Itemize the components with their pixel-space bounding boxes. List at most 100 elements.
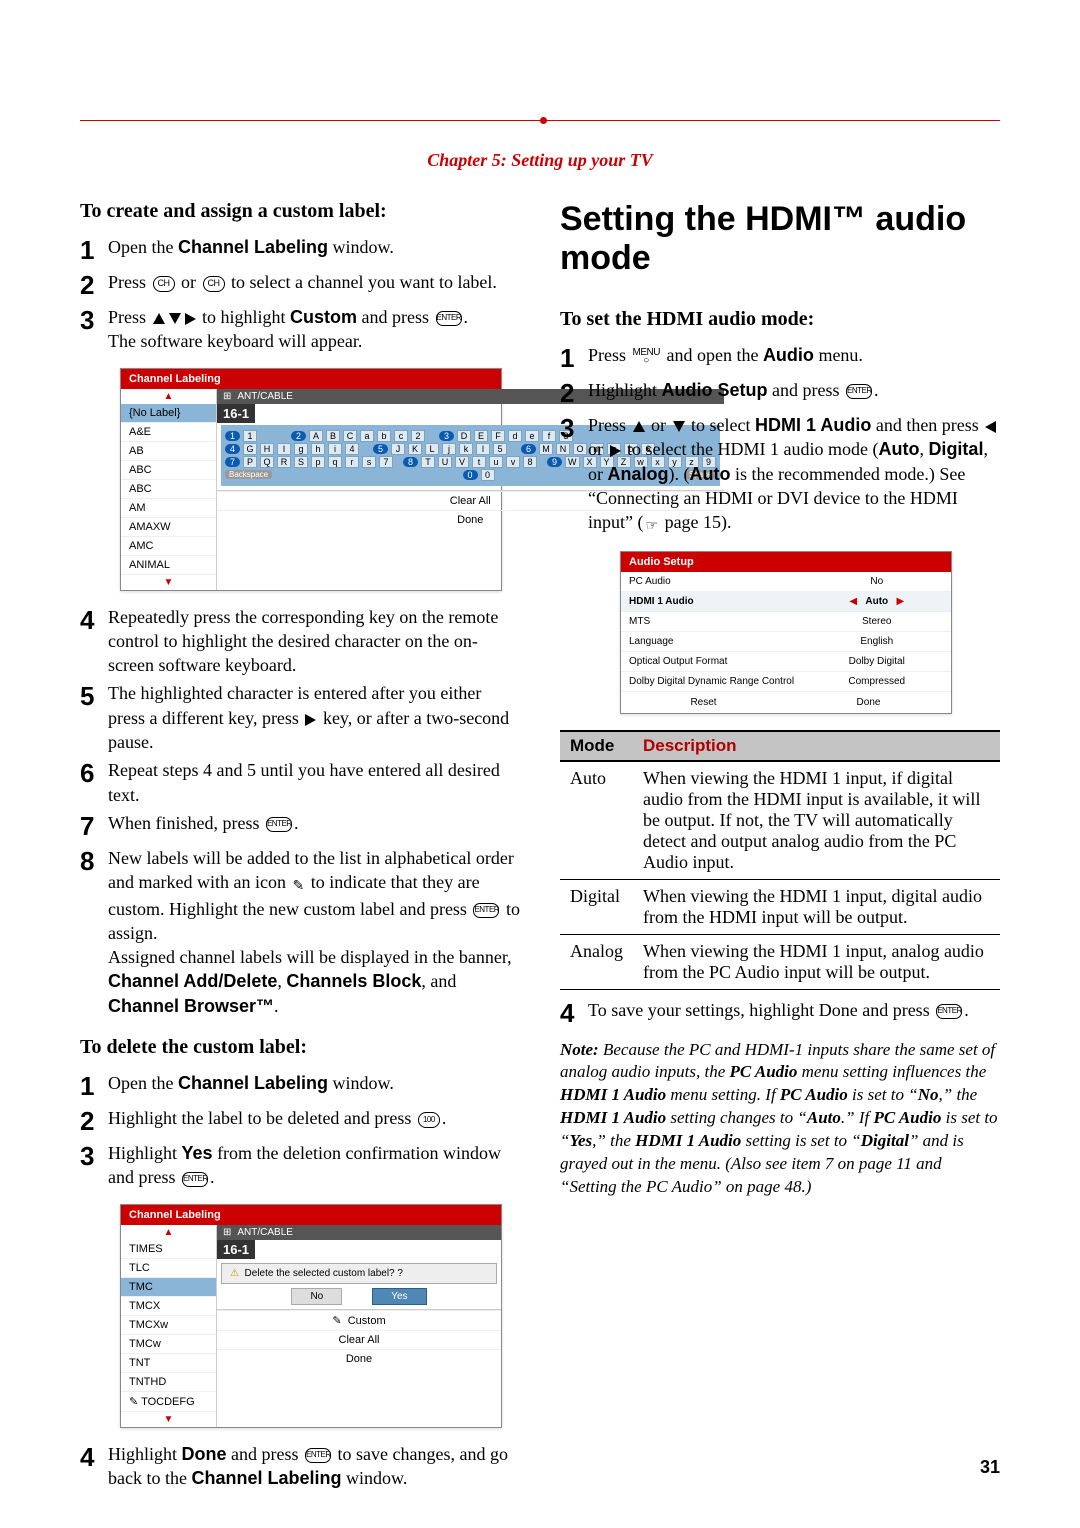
- audio-row-value[interactable]: Compressed: [803, 671, 952, 691]
- list-item[interactable]: TIMES: [121, 1240, 216, 1259]
- list-item[interactable]: TMCX: [121, 1297, 216, 1316]
- list-item[interactable]: {No Label}: [121, 404, 216, 423]
- panel-title: Channel Labeling: [121, 1205, 501, 1225]
- up-arrow-icon: [633, 421, 645, 432]
- mode-desc: When viewing the HDMI 1 input, if digita…: [633, 761, 1000, 880]
- list-item[interactable]: ✎ TOCDEFG: [121, 1392, 216, 1412]
- del-step4: Highlight Done and press ENTER to save c…: [108, 1442, 520, 1491]
- list-item[interactable]: TNTHD: [121, 1373, 216, 1392]
- key-0[interactable]: 0: [463, 470, 478, 480]
- down-arrow-icon: [673, 421, 685, 432]
- right-arrow-icon: [305, 714, 316, 726]
- list-item[interactable]: AMAXW: [121, 518, 216, 537]
- step6a: Repeat steps 4 and 5 until you have ente…: [108, 758, 520, 807]
- audio-row-value[interactable]: No: [803, 572, 952, 592]
- step-number: 2: [80, 270, 108, 301]
- del-step3: Highlight Yes from the deletion confirma…: [108, 1141, 520, 1190]
- done-button[interactable]: Done: [217, 1349, 501, 1368]
- step-number: 8: [80, 846, 108, 877]
- key-7[interactable]: 7: [225, 457, 240, 467]
- channel-number: 16-1: [217, 1240, 255, 1259]
- ch-down-icon: CH: [203, 276, 225, 292]
- audio-row-value[interactable]: Dolby Digital: [803, 651, 952, 671]
- key-1[interactable]: 1: [225, 431, 240, 441]
- step-number: 3: [560, 413, 588, 444]
- hundred-icon: 100: [418, 1112, 440, 1128]
- step-number: 5: [80, 681, 108, 712]
- channel-number: 16-1: [217, 404, 255, 423]
- dialog-no-button[interactable]: No: [291, 1288, 342, 1305]
- audio-row-value[interactable]: Stereo: [803, 611, 952, 631]
- scroll-down-icon[interactable]: ▼: [121, 1412, 216, 1427]
- list-item[interactable]: TLC: [121, 1259, 216, 1278]
- list-item[interactable]: ANIMAL: [121, 556, 216, 575]
- chapter-label: Chapter 5: Setting up your TV: [0, 150, 1080, 171]
- list-item[interactable]: TMCw: [121, 1335, 216, 1354]
- scroll-up-icon[interactable]: ▲: [121, 1225, 216, 1240]
- key-4[interactable]: 4: [225, 444, 240, 454]
- mode-name: Analog: [560, 934, 633, 989]
- list-item[interactable]: TNT: [121, 1354, 216, 1373]
- step-number: 2: [80, 1106, 108, 1137]
- down-arrow-icon: [169, 313, 181, 324]
- channel-labeling-panel-delete: Channel Labeling ▲ TIMES TLC TMC TMCX TM…: [120, 1204, 502, 1428]
- step8a: New labels will be added to the list in …: [108, 846, 520, 1018]
- list-item[interactable]: TMC: [121, 1278, 216, 1297]
- list-item[interactable]: AMC: [121, 537, 216, 556]
- key-5[interactable]: 5: [373, 444, 388, 454]
- step2a: Press CH or CH to select a channel you w…: [108, 270, 520, 294]
- rstep2: Highlight Audio Setup and press ENTER.: [588, 378, 1000, 402]
- audio-row-label: Dolby Digital Dynamic Range Control: [621, 671, 803, 691]
- dialog-yes-button[interactable]: Yes: [372, 1288, 426, 1305]
- scroll-down-icon[interactable]: ▼: [121, 575, 216, 590]
- step5a: The highlighted character is entered aft…: [108, 681, 520, 754]
- list-item[interactable]: ABC: [121, 480, 216, 499]
- audio-row-value[interactable]: ◀ Auto ▶: [803, 591, 952, 611]
- list-item[interactable]: AB: [121, 442, 216, 461]
- step-number: 4: [560, 998, 588, 1029]
- list-item[interactable]: TMCXw: [121, 1316, 216, 1335]
- header-dot: [540, 117, 547, 124]
- step-number: 6: [80, 758, 108, 789]
- step4a: Repeatedly press the corresponding key o…: [108, 605, 520, 678]
- mode-description-table: ModeDescription AutoWhen viewing the HDM…: [560, 730, 1000, 990]
- enter-icon: ENTER: [846, 384, 872, 399]
- mode-name: Digital: [560, 879, 633, 934]
- audio-row-label: HDMI 1 Audio: [621, 591, 803, 611]
- note-text: Note: Because the PC and HDMI-1 inputs s…: [560, 1039, 1000, 1200]
- step-number: 4: [80, 1442, 108, 1473]
- step-number: 2: [560, 378, 588, 409]
- panel-title: Audio Setup: [621, 552, 951, 572]
- clear-all-button[interactable]: Clear All: [217, 1330, 501, 1349]
- th-description: Description: [633, 731, 1000, 761]
- reset-button[interactable]: Reset: [621, 692, 786, 713]
- list-item[interactable]: ABC: [121, 461, 216, 480]
- audio-row-value[interactable]: English: [803, 631, 952, 651]
- enter-icon: ENTER: [436, 311, 462, 326]
- pointer-icon: [646, 512, 659, 537]
- key-3[interactable]: 3: [439, 431, 454, 441]
- custom-button[interactable]: ✎ Custom: [217, 1310, 501, 1330]
- audio-setup-panel: Audio Setup PC AudioNo HDMI 1 Audio◀ Aut…: [620, 551, 952, 714]
- done-button[interactable]: Done: [786, 692, 951, 713]
- left-arrow-icon: [985, 421, 996, 433]
- scroll-up-icon[interactable]: ▲: [121, 389, 216, 404]
- right-arrow-icon: [610, 445, 621, 457]
- up-arrow-icon: [153, 313, 165, 324]
- backspace-key[interactable]: Backspace: [225, 470, 272, 479]
- key-6[interactable]: 6: [521, 444, 536, 454]
- enter-icon: ENTER: [936, 1004, 962, 1019]
- list-item[interactable]: AM: [121, 499, 216, 518]
- mode-desc: When viewing the HDMI 1 input, digital a…: [633, 879, 1000, 934]
- channel-labeling-panel-keyboard: Channel Labeling ▲ {No Label} A&E AB ABC…: [120, 368, 502, 591]
- del-step2: Highlight the label to be deleted and pr…: [108, 1106, 520, 1130]
- heading-set-hdmi: To set the HDMI audio mode:: [560, 308, 1000, 331]
- key-2[interactable]: 2: [291, 431, 306, 441]
- antenna-icon: ⊞: [223, 1227, 231, 1238]
- list-item[interactable]: A&E: [121, 423, 216, 442]
- enter-icon: ENTER: [473, 903, 499, 918]
- step-number: 1: [80, 1071, 108, 1102]
- pencil-icon: [292, 872, 304, 897]
- key-8[interactable]: 8: [403, 457, 418, 467]
- antenna-icon: ⊞: [223, 391, 231, 402]
